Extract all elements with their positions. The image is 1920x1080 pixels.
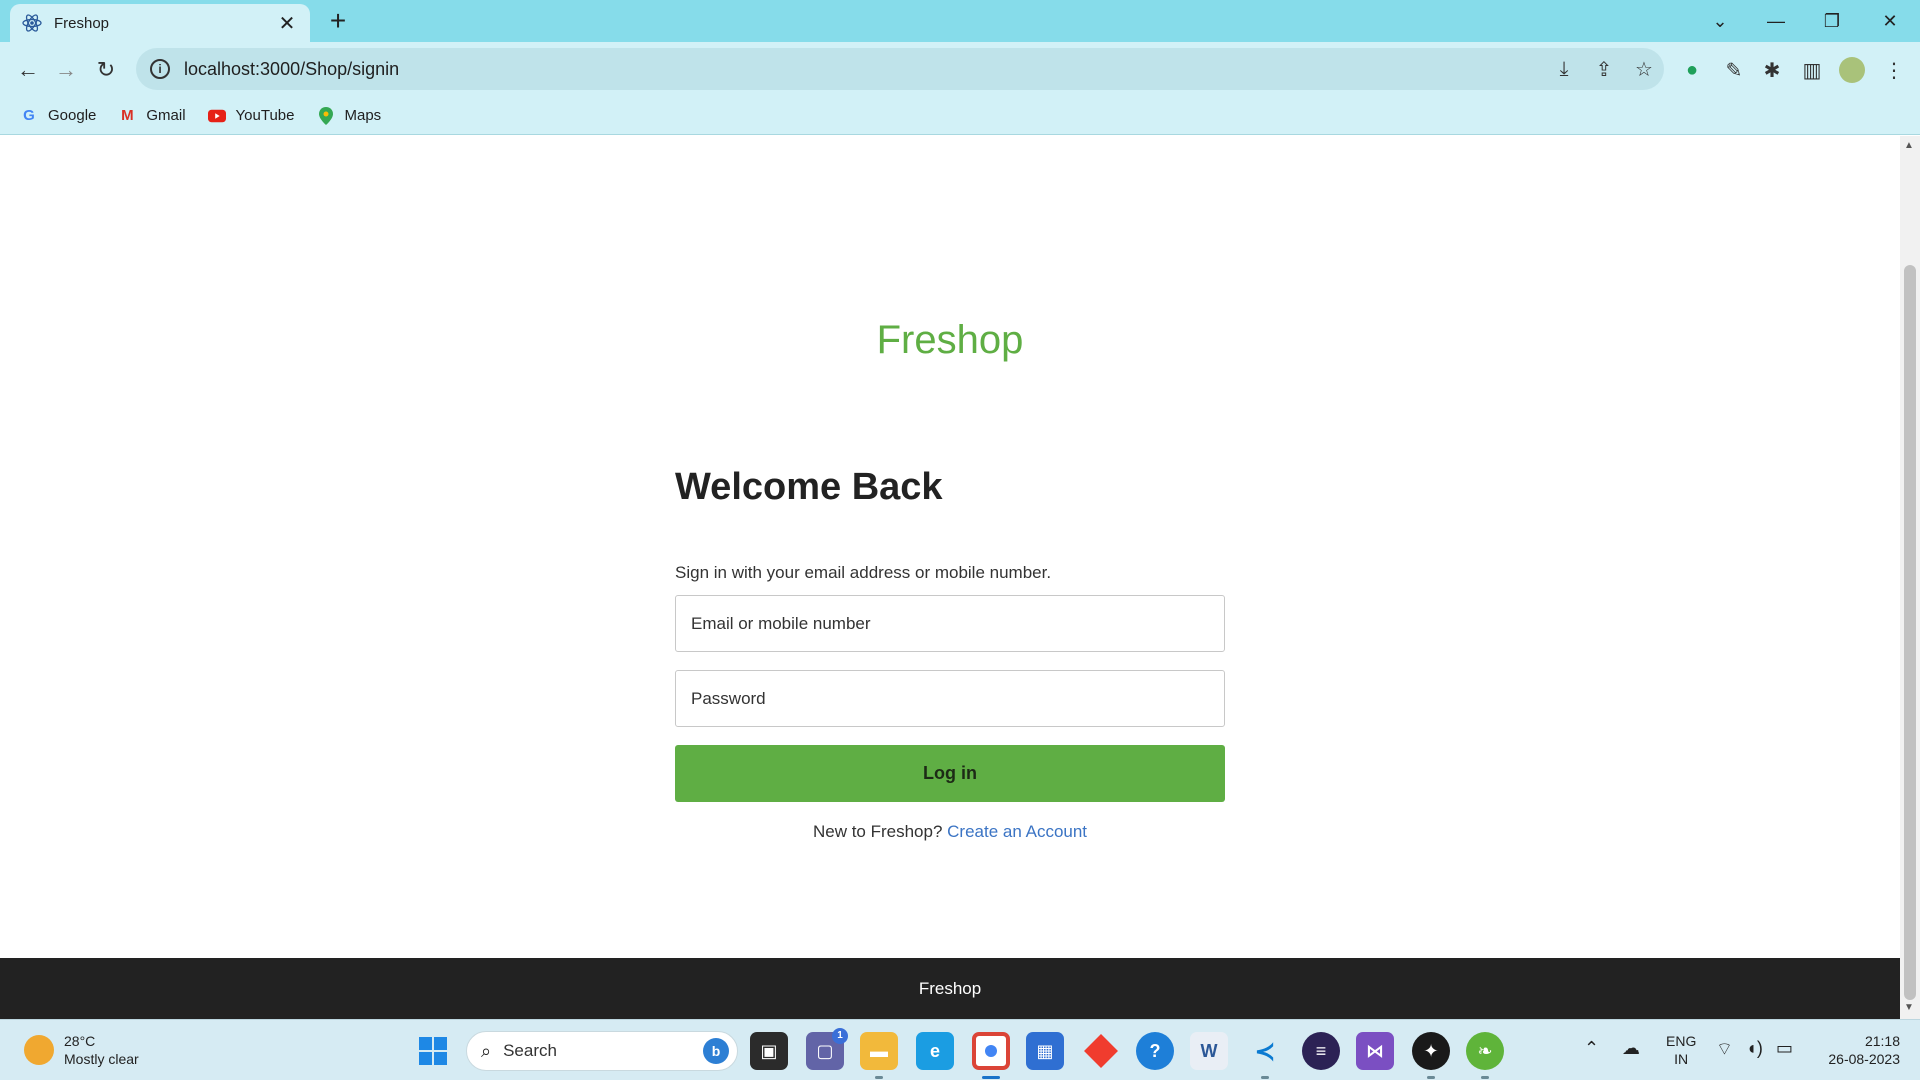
postman-icon[interactable]: ✦ bbox=[1412, 1032, 1450, 1070]
eyedropper-extension-icon[interactable]: ✎ bbox=[1716, 52, 1752, 88]
visual-studio-icon[interactable]: ⋈ bbox=[1356, 1032, 1394, 1070]
search-label: Search bbox=[503, 1041, 557, 1060]
menu-kebab-icon[interactable]: ⋮ bbox=[1876, 52, 1912, 88]
weather-moon-icon bbox=[24, 1035, 54, 1065]
tab-title: Freshop bbox=[54, 14, 110, 32]
search-icon: ⌕ bbox=[481, 1040, 492, 1061]
login-form: Welcome Back Sign in with your email add… bbox=[675, 466, 1225, 842]
password-field[interactable]: Password bbox=[675, 670, 1225, 727]
bookmark-youtube[interactable]: YouTube bbox=[207, 107, 295, 125]
show-hidden-icons-chevron-icon[interactable]: ⌃ bbox=[1584, 1038, 1599, 1059]
bing-icon[interactable]: b bbox=[703, 1038, 729, 1064]
teams-chat-icon[interactable]: ▢ 1 bbox=[806, 1028, 848, 1070]
page-viewport: Freshop Welcome Back Sign in with your e… bbox=[0, 136, 1900, 1019]
word-icon[interactable]: W bbox=[1190, 1032, 1228, 1070]
tab-search-icon[interactable]: ⌄ bbox=[1692, 0, 1748, 42]
gmail-icon: M bbox=[121, 107, 134, 124]
running-indicator bbox=[875, 1076, 883, 1079]
profile-avatar[interactable] bbox=[1834, 52, 1870, 88]
side-panel-icon[interactable]: ▥ bbox=[1794, 52, 1830, 88]
signup-prompt-text: New to Freshop? bbox=[812, 822, 943, 841]
windows-start-icon[interactable] bbox=[414, 1032, 452, 1070]
microsoft-store-icon[interactable]: ▦ bbox=[1026, 1032, 1064, 1070]
scroll-up-arrow-icon[interactable]: ▲ bbox=[1904, 140, 1914, 151]
password-placeholder: Password bbox=[691, 688, 766, 708]
grammarly-icon[interactable]: ● bbox=[1674, 52, 1710, 88]
maps-icon bbox=[317, 106, 335, 125]
google-icon: G bbox=[23, 107, 35, 124]
title-bar: Freshop ✕ + ⌄ — ❐ ✕ bbox=[0, 0, 1920, 42]
bookmark-label: Maps bbox=[344, 107, 382, 124]
language-indicator[interactable]: ENG IN bbox=[1666, 1032, 1696, 1068]
windows-taskbar: 28°C Mostly clear ⌕ Search b ▣ ▢ 1 ▬ e ▦ … bbox=[0, 1019, 1920, 1080]
share-icon[interactable]: ⇪ bbox=[1584, 49, 1624, 89]
clock[interactable]: 21:18 26-08-2023 bbox=[1816, 1032, 1900, 1068]
reload-icon[interactable]: ↻ bbox=[88, 52, 124, 88]
help-icon[interactable]: ? bbox=[1136, 1032, 1174, 1070]
running-indicator bbox=[1427, 1076, 1435, 1079]
url-text[interactable]: localhost:3000/Shop/signin bbox=[184, 59, 1544, 80]
create-account-link[interactable]: Create an Account bbox=[947, 822, 1087, 841]
restore-button[interactable]: ❐ bbox=[1804, 0, 1860, 42]
back-icon[interactable]: ← bbox=[10, 52, 46, 88]
close-window-button[interactable]: ✕ bbox=[1862, 0, 1918, 42]
battery-icon[interactable]: ▭ bbox=[1776, 1038, 1793, 1059]
vscode-icon[interactable]: ≺ bbox=[1246, 1032, 1284, 1070]
extensions-puzzle-icon[interactable]: ✱ bbox=[1754, 52, 1790, 88]
forward-icon[interactable]: → bbox=[48, 52, 84, 88]
browser-toolbar: ← → ↻ i localhost:3000/Shop/signin ⤓ ⇪ ☆… bbox=[0, 42, 1920, 97]
site-info-icon[interactable]: i bbox=[150, 59, 170, 79]
bookmark-maps[interactable]: Maps bbox=[317, 106, 382, 125]
chrome-icon[interactable] bbox=[972, 1032, 1010, 1070]
close-tab-icon[interactable]: ✕ bbox=[276, 11, 298, 36]
bookmark-label: Google bbox=[48, 107, 97, 124]
scroll-down-arrow-icon[interactable]: ▼ bbox=[1904, 1002, 1914, 1013]
weather-widget[interactable]: 28°C Mostly clear bbox=[24, 1032, 139, 1068]
eclipse-icon[interactable]: ≡ bbox=[1302, 1032, 1340, 1070]
running-indicator bbox=[1261, 1076, 1269, 1079]
file-explorer-icon[interactable]: ▬ bbox=[860, 1032, 898, 1070]
region-code: IN bbox=[1674, 1051, 1689, 1067]
address-bar[interactable]: i localhost:3000/Shop/signin ⤓ ⇪ ☆ bbox=[136, 48, 1664, 90]
bookmarks-bar: G Google M Gmail YouTube Maps bbox=[0, 97, 1920, 135]
page-footer: Freshop bbox=[0, 958, 1900, 1019]
wifi-icon[interactable]: ⌔ bbox=[1716, 1038, 1733, 1061]
login-button[interactable]: Log in bbox=[675, 745, 1225, 802]
weather-desc: Mostly clear bbox=[64, 1051, 139, 1067]
language-code: ENG bbox=[1666, 1033, 1697, 1049]
running-indicator bbox=[1481, 1076, 1489, 1079]
spring-tools-icon[interactable]: ❧ bbox=[1466, 1032, 1504, 1070]
weather-temp: 28°C bbox=[64, 1033, 96, 1049]
edge-icon[interactable]: e bbox=[916, 1032, 954, 1070]
footer-brand: Freshop bbox=[918, 978, 982, 998]
minimize-button[interactable]: — bbox=[1748, 0, 1804, 42]
email-placeholder: Email or mobile number bbox=[691, 613, 871, 633]
bookmark-google[interactable]: G Google bbox=[20, 107, 96, 125]
react-icon bbox=[22, 13, 42, 33]
new-tab-button[interactable]: + bbox=[322, 6, 354, 38]
page-title: Welcome Back bbox=[675, 466, 943, 508]
bookmark-gmail[interactable]: M Gmail bbox=[118, 107, 185, 125]
signup-prompt: New to Freshop? Create an Account bbox=[675, 822, 1225, 842]
brand-logo-text[interactable]: Freshop bbox=[0, 318, 1900, 363]
youtube-icon bbox=[207, 107, 226, 125]
install-app-icon[interactable]: ⤓ bbox=[1544, 49, 1584, 89]
chat-badge: 1 bbox=[832, 1028, 848, 1044]
taskbar-search[interactable]: ⌕ Search b bbox=[466, 1031, 738, 1071]
bookmark-label: YouTube bbox=[235, 107, 295, 124]
git-icon[interactable] bbox=[1082, 1032, 1120, 1070]
task-view-icon[interactable]: ▣ bbox=[750, 1032, 788, 1070]
active-indicator bbox=[982, 1076, 1000, 1079]
clock-date: 26-08-2023 bbox=[1828, 1051, 1900, 1067]
scrollbar-thumb[interactable] bbox=[1904, 265, 1916, 1000]
clock-time: 21:18 bbox=[1864, 1033, 1900, 1049]
bookmark-star-icon[interactable]: ☆ bbox=[1624, 49, 1664, 89]
onedrive-icon[interactable]: ☁ bbox=[1622, 1038, 1640, 1059]
bookmark-label: Gmail bbox=[146, 107, 186, 124]
browser-tab[interactable]: Freshop ✕ bbox=[10, 4, 310, 42]
signin-instructions: Sign in with your email address or mobil… bbox=[675, 563, 1052, 582]
email-field[interactable]: Email or mobile number bbox=[675, 595, 1225, 652]
volume-icon[interactable]: ◖) bbox=[1746, 1038, 1763, 1059]
